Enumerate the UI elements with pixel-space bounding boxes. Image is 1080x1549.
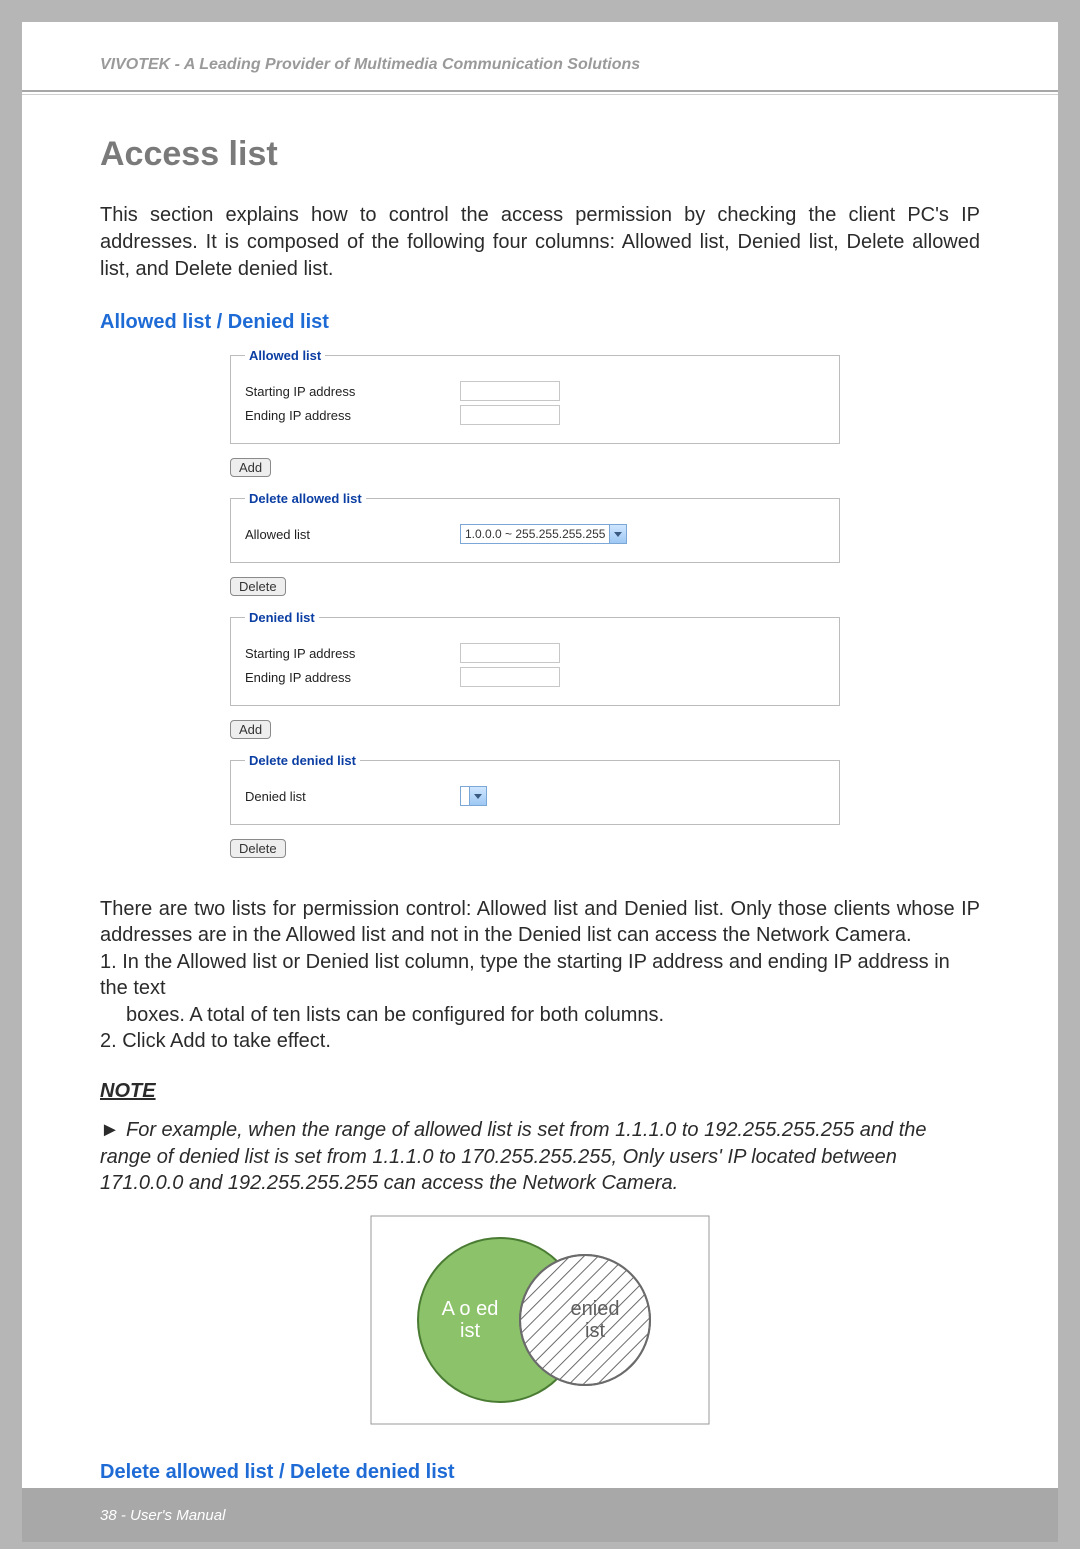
header-rule-thick — [22, 90, 1058, 92]
denied-start-input[interactable] — [460, 643, 560, 663]
denied-end-row: Ending IP address — [245, 667, 825, 687]
svg-text:enied: enied — [571, 1298, 620, 1320]
instruction-1-line-a: 1. In the Allowed list or Denied list co… — [100, 949, 980, 1002]
allowed-end-label: Ending IP address — [245, 408, 460, 423]
delete-allowed-select-value: 1.0.0.0 ~ 255.255.255.255 — [461, 527, 609, 541]
allowed-start-input[interactable] — [460, 381, 560, 401]
denied-start-row: Starting IP address — [245, 643, 825, 663]
delete-denied-button[interactable]: Delete — [230, 839, 286, 858]
delete-denied-panel: Delete denied list Denied list — [230, 753, 840, 825]
denied-list-panel: Denied list Starting IP address Ending I… — [230, 610, 840, 706]
section-allowed-denied-heading: Allowed list / Denied list — [100, 311, 980, 334]
denied-list-legend: Denied list — [245, 610, 319, 625]
section-delete-lists-heading: Delete allowed list / Delete denied list — [100, 1461, 980, 1484]
note-text: For example, when the range of allowed l… — [100, 1119, 927, 1194]
allowed-end-input[interactable] — [460, 405, 560, 425]
allowed-start-row: Starting IP address — [245, 381, 825, 401]
delete-allowed-panel: Delete allowed list Allowed list 1.0.0.0… — [230, 491, 840, 563]
delete-allowed-label: Allowed list — [245, 527, 460, 542]
allowed-list-panel: Allowed list Starting IP address Ending … — [230, 348, 840, 444]
allowed-end-row: Ending IP address — [245, 405, 825, 425]
allowed-add-button[interactable]: Add — [230, 458, 271, 477]
allowed-list-legend: Allowed list — [245, 348, 325, 363]
svg-text:ist: ist — [585, 1320, 605, 1342]
delete-allowed-select[interactable]: 1.0.0.0 ~ 255.255.255.255 — [460, 524, 627, 544]
denied-start-label: Starting IP address — [245, 646, 460, 661]
denied-end-label: Ending IP address — [245, 670, 460, 685]
footer-text: 38 - User's Manual — [100, 1507, 225, 1524]
delete-allowed-legend: Delete allowed list — [245, 491, 366, 506]
svg-text:ist: ist — [460, 1320, 480, 1342]
svg-text:A o ed: A o ed — [442, 1298, 499, 1320]
body-paragraph-1: There are two lists for permission contr… — [100, 896, 980, 949]
allowed-start-label: Starting IP address — [245, 384, 460, 399]
chevron-down-icon — [609, 525, 626, 543]
delete-denied-select[interactable] — [460, 786, 487, 806]
intro-paragraph: This section explains how to control the… — [100, 202, 980, 283]
page-header: VIVOTEK - A Leading Provider of Multimed… — [22, 22, 1058, 86]
delete-denied-label: Denied list — [245, 789, 460, 804]
manual-page: VIVOTEK - A Leading Provider of Multimed… — [22, 22, 1058, 1542]
note-heading: NOTE — [100, 1080, 980, 1103]
note-arrow-icon: ► — [100, 1117, 126, 1143]
delete-denied-row: Denied list — [245, 786, 825, 806]
chevron-down-icon — [469, 787, 486, 805]
delete-allowed-row: Allowed list 1.0.0.0 ~ 255.255.255.255 — [245, 524, 825, 544]
access-list-form-screenshot: Allowed list Starting IP address Ending … — [230, 348, 840, 872]
denied-add-button[interactable]: Add — [230, 720, 271, 739]
instruction-2: 2. Click Add to take effect. — [100, 1028, 980, 1054]
page-title: Access list — [100, 135, 980, 174]
delete-allowed-button[interactable]: Delete — [230, 577, 286, 596]
delete-denied-legend: Delete denied list — [245, 753, 360, 768]
page-content: Access list This section explains how to… — [22, 95, 1058, 1542]
venn-diagram: A o ed ist enied ist — [370, 1215, 710, 1425]
note-body: ►For example, when the range of allowed … — [100, 1117, 980, 1196]
denied-end-input[interactable] — [460, 667, 560, 687]
page-footer: 38 - User's Manual — [22, 1488, 1058, 1542]
brand-line: VIVOTEK - A Leading Provider of Multimed… — [100, 56, 1058, 74]
instruction-1-line-b: boxes. A total of ten lists can be confi… — [100, 1002, 980, 1028]
